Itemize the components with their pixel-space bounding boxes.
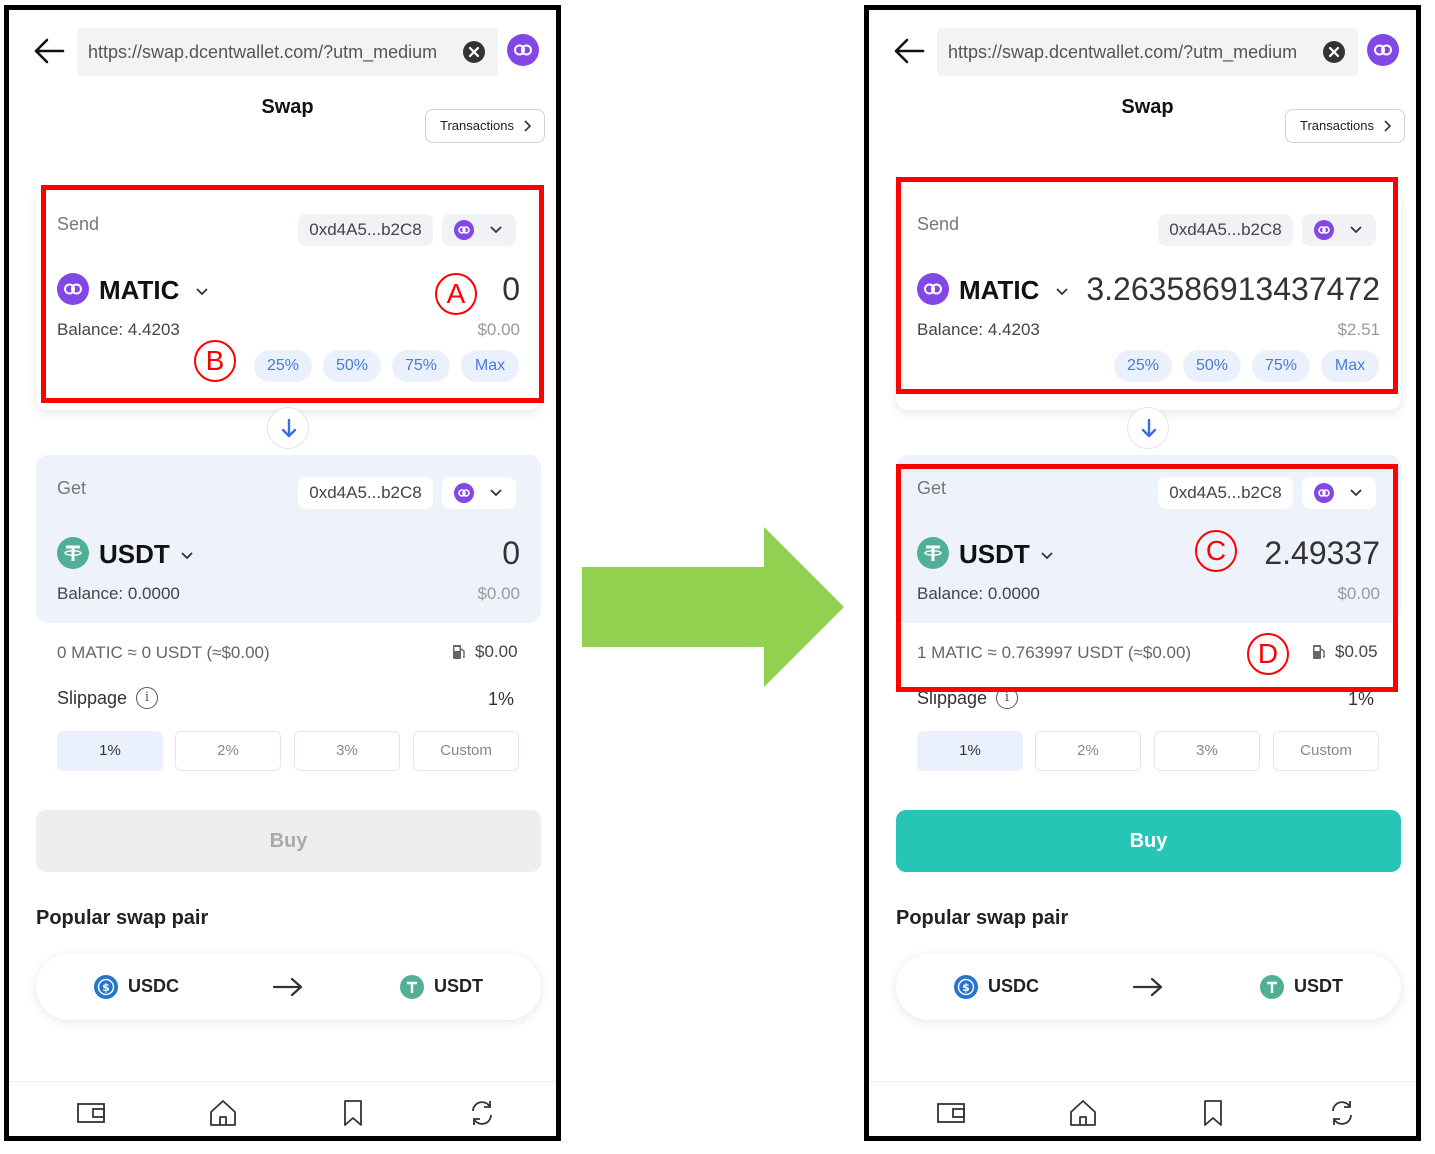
arrow-down-icon bbox=[1141, 418, 1157, 438]
slippage-3-button[interactable]: 3% bbox=[294, 731, 400, 771]
arrow-down-icon bbox=[281, 418, 297, 438]
slippage-2-button[interactable]: 2% bbox=[175, 731, 281, 771]
get-network-select[interactable] bbox=[442, 477, 516, 509]
url-bar[interactable]: https://swap.dcentwallet.com/?utm_medium bbox=[77, 28, 498, 76]
wallet-icon[interactable] bbox=[76, 1098, 106, 1128]
highlight-get-section bbox=[896, 464, 1398, 692]
transactions-label: Transactions bbox=[440, 118, 514, 133]
chevron-right-icon bbox=[524, 120, 532, 132]
marker-b: B bbox=[194, 340, 236, 382]
phone-after: https://swap.dcentwallet.com/?utm_medium… bbox=[864, 5, 1421, 1141]
get-balance: Balance: 0.0000 bbox=[57, 584, 180, 603]
home-icon[interactable] bbox=[1068, 1098, 1098, 1128]
close-circle-icon[interactable] bbox=[463, 41, 485, 63]
chevron-down-icon[interactable] bbox=[180, 549, 194, 563]
chevron-down-icon bbox=[490, 489, 502, 497]
transactions-button[interactable]: Transactions bbox=[1285, 109, 1405, 143]
bottom-nav bbox=[9, 1081, 556, 1136]
polygon-icon[interactable] bbox=[507, 34, 539, 66]
marker-d: D bbox=[1247, 633, 1289, 675]
usdt-icon bbox=[400, 975, 424, 999]
refresh-icon[interactable] bbox=[467, 1098, 497, 1128]
popular-pair-card[interactable]: $ USDC USDT bbox=[896, 954, 1401, 1020]
slippage-1-button[interactable]: 1% bbox=[917, 731, 1023, 771]
get-amount: 0 bbox=[502, 535, 520, 571]
transition-arrow bbox=[582, 527, 844, 687]
marker-c: C bbox=[1195, 530, 1237, 572]
popular-pair-card[interactable]: $ USDC USDT bbox=[36, 954, 541, 1020]
refresh-icon[interactable] bbox=[1327, 1098, 1357, 1128]
swap-direction-button[interactable] bbox=[1127, 407, 1169, 449]
close-circle-icon[interactable] bbox=[1323, 41, 1345, 63]
pair-from-token: USDC bbox=[988, 976, 1040, 996]
arrow-left-icon[interactable] bbox=[31, 36, 67, 66]
bookmark-icon[interactable] bbox=[1198, 1098, 1228, 1128]
slippage-1-button[interactable]: 1% bbox=[57, 731, 163, 771]
get-token-name[interactable]: USDT bbox=[99, 539, 170, 570]
pair-from-token: USDC bbox=[128, 976, 180, 996]
gas-fee: $0.00 bbox=[475, 642, 518, 661]
slippage-2-button[interactable]: 2% bbox=[1035, 731, 1141, 771]
usdc-icon: $ bbox=[94, 975, 118, 999]
home-icon[interactable] bbox=[208, 1098, 238, 1128]
pair-to-token: USDT bbox=[434, 976, 483, 996]
svg-text:$: $ bbox=[102, 981, 110, 994]
swap-direction-button[interactable] bbox=[267, 407, 309, 449]
usdc-icon: $ bbox=[954, 975, 978, 999]
get-usd-value: $0.00 bbox=[477, 584, 520, 603]
pair-to-token: USDT bbox=[1294, 976, 1343, 996]
gas-pump-icon bbox=[453, 645, 465, 659]
bottom-nav bbox=[869, 1081, 1416, 1136]
slippage-label: Slippage bbox=[57, 688, 128, 708]
usdt-icon bbox=[57, 537, 89, 569]
buy-button[interactable]: Buy bbox=[896, 810, 1401, 872]
polygon-icon[interactable] bbox=[1367, 34, 1399, 66]
usdt-icon bbox=[1260, 975, 1284, 999]
slippage-custom-button[interactable]: Custom bbox=[413, 731, 519, 771]
slippage-3-button[interactable]: 3% bbox=[1154, 731, 1260, 771]
url-text[interactable]: https://swap.dcentwallet.com/?utm_medium bbox=[948, 42, 1316, 63]
chevron-right-icon bbox=[1384, 120, 1392, 132]
url-text[interactable]: https://swap.dcentwallet.com/?utm_medium bbox=[88, 42, 456, 63]
wallet-icon[interactable] bbox=[936, 1098, 966, 1128]
transactions-label: Transactions bbox=[1300, 118, 1374, 133]
slippage-value: 1% bbox=[487, 689, 514, 709]
arrow-left-icon[interactable] bbox=[891, 36, 927, 66]
transactions-button[interactable]: Transactions bbox=[425, 109, 545, 143]
polygon-icon bbox=[454, 483, 474, 503]
info-icon[interactable]: i bbox=[136, 687, 158, 709]
get-address[interactable]: 0xd4A5...b2C8 bbox=[298, 477, 433, 509]
popular-swap-title: Popular swap pair bbox=[36, 907, 209, 929]
get-label: Get bbox=[57, 478, 87, 498]
arrow-right-icon bbox=[1132, 977, 1163, 997]
url-bar[interactable]: https://swap.dcentwallet.com/?utm_medium bbox=[937, 28, 1358, 76]
get-card: Get 0xd4A5...b2C8 USDT 0 Balance: 0.0000… bbox=[36, 455, 541, 623]
slippage-custom-button[interactable]: Custom bbox=[1273, 731, 1379, 771]
slippage-value: 1% bbox=[1347, 689, 1374, 709]
buy-button[interactable]: Buy bbox=[36, 810, 541, 872]
exchange-rate: 0 MATIC ≈ 0 USDT (≈$0.00) bbox=[57, 643, 270, 662]
bookmark-icon[interactable] bbox=[338, 1098, 368, 1128]
marker-a: A bbox=[435, 273, 477, 315]
phone-before: https://swap.dcentwallet.com/?utm_medium… bbox=[4, 5, 561, 1141]
popular-swap-title: Popular swap pair bbox=[896, 907, 1069, 929]
svg-text:$: $ bbox=[962, 981, 970, 994]
highlight-send-section bbox=[896, 177, 1398, 394]
arrow-right-icon bbox=[272, 977, 303, 997]
